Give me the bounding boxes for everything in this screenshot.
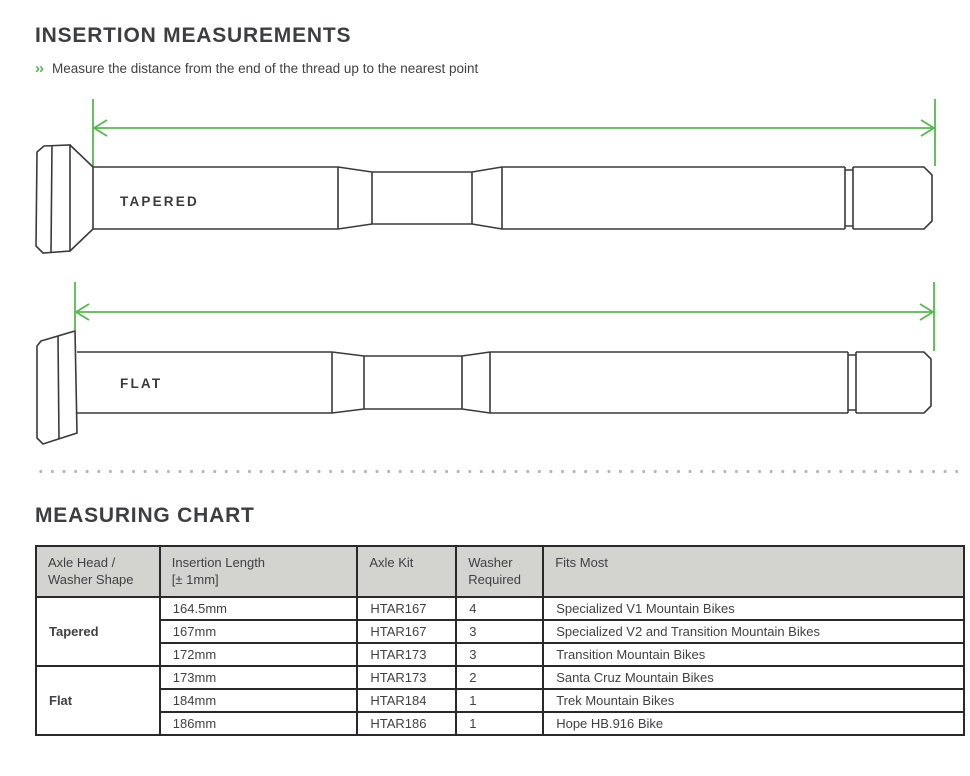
header-line: Axle Kit [369, 555, 413, 570]
axle-diagrams: TAPERED FLAT [0, 0, 970, 470]
table-row: 184mm HTAR184 1 Trek Mountain Bikes [36, 689, 964, 712]
column-header-axle-head: Axle Head / Washer Shape [36, 546, 160, 597]
cell-washer-required: 1 [456, 689, 543, 712]
group-cell-tapered: Tapered [36, 597, 160, 666]
table-row: 186mm HTAR186 1 Hope HB.916 Bike [36, 712, 964, 735]
measuring-chart-table: Axle Head / Washer Shape Insertion Lengt… [35, 545, 965, 736]
cell-insertion-length: 173mm [160, 666, 358, 689]
cell-axle-kit: HTAR167 [357, 597, 456, 620]
cell-fits-most: Transition Mountain Bikes [543, 643, 964, 666]
cell-fits-most: Santa Cruz Mountain Bikes [543, 666, 964, 689]
cell-axle-kit: HTAR184 [357, 689, 456, 712]
tapered-measurement-arrow [93, 99, 935, 166]
flat-axle-body [37, 331, 931, 444]
header-line: [± 1mm] [172, 572, 219, 587]
flat-measurement-arrow [75, 282, 934, 351]
header-line: Required [468, 572, 521, 587]
column-header-fits-most: Fits Most [543, 546, 964, 597]
cell-washer-required: 2 [456, 666, 543, 689]
header-line: Washer [468, 555, 512, 570]
cell-fits-most: Hope HB.916 Bike [543, 712, 964, 735]
column-header-insertion-length: Insertion Length [± 1mm] [160, 546, 358, 597]
table-row: 172mm HTAR173 3 Transition Mountain Bike… [36, 643, 964, 666]
flat-axle-label: FLAT [120, 376, 162, 391]
table-header-row: Axle Head / Washer Shape Insertion Lengt… [36, 546, 964, 597]
cell-washer-required: 3 [456, 643, 543, 666]
header-line: Fits Most [555, 555, 608, 570]
tapered-axle-label: TAPERED [120, 194, 199, 209]
table-row: Flat 173mm HTAR173 2 Santa Cruz Mountain… [36, 666, 964, 689]
column-header-washer-required: Washer Required [456, 546, 543, 597]
cell-insertion-length: 184mm [160, 689, 358, 712]
cell-fits-most: Trek Mountain Bikes [543, 689, 964, 712]
cell-insertion-length: 167mm [160, 620, 358, 643]
header-line: Axle Head / [48, 555, 115, 570]
cell-fits-most: Specialized V2 and Transition Mountain B… [543, 620, 964, 643]
group-cell-flat: Flat [36, 666, 160, 735]
table-row: 167mm HTAR167 3 Specialized V2 and Trans… [36, 620, 964, 643]
cell-insertion-length: 164.5mm [160, 597, 358, 620]
table-row: Tapered 164.5mm HTAR167 4 Specialized V1… [36, 597, 964, 620]
header-line: Insertion Length [172, 555, 265, 570]
manual-page: INSERTION MEASUREMENTS ›› Measure the di… [0, 0, 970, 776]
cell-axle-kit: HTAR167 [357, 620, 456, 643]
dotted-divider [35, 469, 965, 474]
cell-insertion-length: 172mm [160, 643, 358, 666]
cell-axle-kit: HTAR186 [357, 712, 456, 735]
cell-fits-most: Specialized V1 Mountain Bikes [543, 597, 964, 620]
cell-washer-required: 3 [456, 620, 543, 643]
header-line: Washer Shape [48, 572, 134, 587]
cell-washer-required: 1 [456, 712, 543, 735]
chart-heading: MEASURING CHART [35, 504, 255, 528]
cell-insertion-length: 186mm [160, 712, 358, 735]
column-header-axle-kit: Axle Kit [357, 546, 456, 597]
cell-axle-kit: HTAR173 [357, 666, 456, 689]
cell-washer-required: 4 [456, 597, 543, 620]
cell-axle-kit: HTAR173 [357, 643, 456, 666]
